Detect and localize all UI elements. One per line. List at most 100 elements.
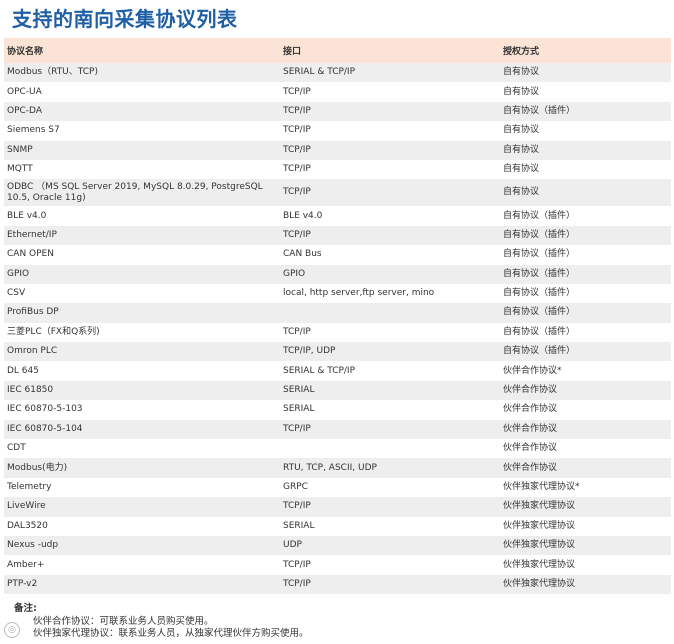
cell-protocol-name: Modbus(电力) (4, 458, 280, 478)
cell-interface (280, 303, 500, 323)
table-row: Omron PLC TCP/IP, UDP 自有协议（插件） (4, 342, 671, 362)
cell-protocol-name: PTP-v2 (4, 574, 280, 595)
cell-interface: BLE v4.0 (280, 206, 500, 226)
cell-license: 伙伴合作协议 (500, 458, 671, 478)
cell-protocol-name: SNMP (4, 140, 280, 160)
table-row: GPIO GPIO 自有协议（插件） (4, 264, 671, 284)
cell-protocol-name: Omron PLC (4, 342, 280, 362)
table-row: OPC-DA TCP/IP 自有协议（插件） (4, 101, 671, 122)
table-row: Siemens S7 TCP/IP 自有协议 (4, 121, 671, 141)
cell-protocol-name: IEC 61850 (4, 380, 280, 401)
cell-license: 自有协议 (500, 63, 671, 83)
cell-protocol-name: CSV (4, 283, 280, 304)
cell-protocol-name: ProfiBus DP (4, 303, 280, 323)
table-row: BLE v4.0 BLE v4.0 自有协议（插件） (4, 206, 671, 226)
cell-protocol-name: CDT (4, 439, 280, 459)
cell-interface: TCP/IP (280, 121, 500, 141)
cell-interface: TCP/IP, UDP (280, 342, 500, 362)
cell-license: 自有协议 (500, 140, 671, 160)
cell-interface: TCP/IP (280, 140, 500, 160)
cell-interface: local, http server,ftp server, mino (280, 283, 500, 304)
cell-license: 自有协议（插件） (500, 206, 671, 226)
cell-protocol-name: Ethernet/IP (4, 225, 280, 246)
table-row: PTP-v2 TCP/IP 伙伴独家代理协议 (4, 574, 671, 595)
table-header-row: 协议名称 接口 授权方式 (4, 38, 671, 63)
cell-interface: TCP/IP (280, 225, 500, 246)
cell-interface: SERIAL (280, 516, 500, 536)
cell-interface: SERIAL (280, 400, 500, 420)
cell-protocol-name: DL 645 (4, 361, 280, 381)
cell-protocol-name: IEC 60870-5-104 (4, 419, 280, 440)
cell-license: 自有协议 (500, 179, 671, 207)
table-row: Modbus(电力) RTU, TCP, ASCII, UDP 伙伴合作协议 (4, 458, 671, 478)
cell-protocol-name: Amber+ (4, 555, 280, 575)
cell-license: 自有协议（插件） (500, 225, 671, 246)
cell-interface: TCP/IP (280, 497, 500, 517)
cell-license: 自有协议（插件） (500, 264, 671, 284)
page-title: 支持的南向采集协议列表 (12, 7, 238, 31)
cell-license: 伙伴合作协议 (500, 419, 671, 440)
cell-protocol-name: GPIO (4, 264, 280, 284)
table-row: CAN OPEN CAN Bus 自有协议（插件） (4, 245, 671, 265)
table-row: CSV local, http server,ftp server, mino 自有… (4, 283, 671, 304)
table-row: SNMP TCP/IP 自有协议 (4, 140, 671, 160)
cell-license: 伙伴独家代理协议 (500, 574, 671, 595)
cell-protocol-name: 三菱PLC（FX和Q系列) (4, 322, 280, 343)
cell-protocol-name: CAN OPEN (4, 245, 280, 265)
protocol-table: 协议名称 接口 授权方式 Modbus（RTU、TCP) SERIAL & TCP… (4, 38, 671, 595)
cell-license: 伙伴独家代理协议 (500, 535, 671, 556)
cell-interface: SERIAL (280, 380, 500, 401)
cell-protocol-name: MQTT (4, 159, 280, 180)
cell-interface: TCP/IP (280, 159, 500, 180)
table-row: IEC 60870-5-103 SERIAL 伙伴合作协议 (4, 400, 671, 420)
cell-license: 伙伴合作协议* (500, 361, 671, 381)
cell-protocol-name: LiveWire (4, 497, 280, 517)
cell-interface: TCP/IP (280, 322, 500, 343)
cell-interface (280, 439, 500, 459)
cell-protocol-name: BLE v4.0 (4, 206, 280, 226)
cell-license: 自有协议（插件） (500, 283, 671, 304)
cell-license: 自有协议 (500, 159, 671, 180)
watermark-logo-icon: ◎ (4, 622, 20, 638)
table-row: CDT 伙伴合作协议 (4, 439, 671, 459)
cell-license: 伙伴独家代理协议* (500, 477, 671, 498)
cell-interface: TCP/IP (280, 555, 500, 575)
table-row: Amber+ TCP/IP 伙伴独家代理协议 (4, 555, 671, 575)
column-header-protocol: 协议名称 (4, 38, 280, 63)
cell-license: 伙伴独家代理协议 (500, 497, 671, 517)
cell-protocol-name: Siemens S7 (4, 121, 280, 141)
table-row: ProfiBus DP 自有协议（插件） (4, 303, 671, 323)
table-row: Telemetry GRPC 伙伴独家代理协议* (4, 477, 671, 498)
cell-license: 伙伴独家代理协议 (500, 516, 671, 536)
cell-interface: SERIAL & TCP/IP (280, 361, 500, 381)
cell-protocol-name: DAL3520 (4, 516, 280, 536)
cell-interface: GRPC (280, 477, 500, 498)
cell-interface: TCP/IP (280, 179, 500, 207)
cell-protocol-name: Modbus（RTU、TCP) (4, 63, 280, 83)
cell-protocol-name: Nexus -udp (4, 535, 280, 556)
cell-license: 自有协议（插件） (500, 303, 671, 323)
notes-title: 备注: (14, 603, 37, 614)
cell-license: 自有协议（插件） (500, 245, 671, 265)
cell-protocol-name: IEC 60870-5-103 (4, 400, 280, 420)
table-row: IEC 60870-5-104 TCP/IP 伙伴合作协议 (4, 419, 671, 440)
cell-interface: UDP (280, 535, 500, 556)
note-line: 伙伴合作协议：可联系业务人员购买使用。 (33, 616, 214, 627)
cell-license: 自有协议 (500, 82, 671, 102)
cell-interface: RTU, TCP, ASCII, UDP (280, 458, 500, 478)
table-row: Nexus -udp UDP 伙伴独家代理协议 (4, 535, 671, 556)
table-row: DL 645 SERIAL & TCP/IP 伙伴合作协议* (4, 361, 671, 381)
cell-license: 伙伴合作协议 (500, 400, 671, 420)
table-row: MQTT TCP/IP 自有协议 (4, 159, 671, 180)
table-row: OPC-UA TCP/IP 自有协议 (4, 82, 671, 102)
cell-license: 伙伴合作协议 (500, 380, 671, 401)
cell-protocol-name: ODBC （MS SQL Server 2019, MySQL 8.0.29, … (4, 179, 280, 207)
cell-protocol-name: Telemetry (4, 477, 280, 498)
cell-license: 自有协议（插件） (500, 342, 671, 362)
note-line: 伙伴独家代理协议：联系业务人员，从独家代理伙伴方购买使用。 (33, 628, 309, 639)
notes-section: 备注: 伙伴合作协议：可联系业务人员购买使用。 伙伴独家代理协议：联系业务人员，… (14, 603, 309, 640)
cell-license: 伙伴合作协议 (500, 439, 671, 459)
cell-interface: TCP/IP (280, 574, 500, 595)
table-row: IEC 61850 SERIAL 伙伴合作协议 (4, 380, 671, 401)
cell-interface: TCP/IP (280, 101, 500, 122)
